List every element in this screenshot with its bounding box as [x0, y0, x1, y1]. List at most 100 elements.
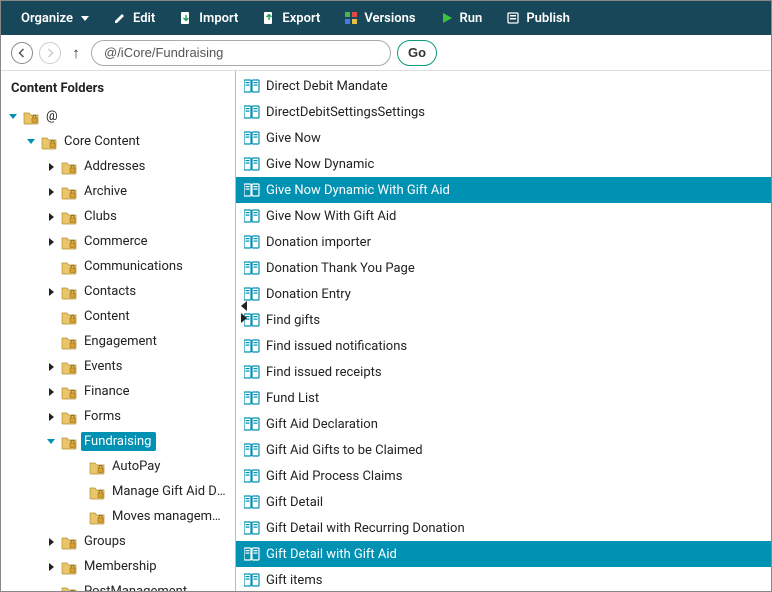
- folder-icon: [57, 534, 81, 550]
- folder-icon: [85, 484, 109, 500]
- page-icon: [244, 261, 260, 275]
- chevron-right-icon: [49, 288, 54, 296]
- chevron-right-icon: [49, 538, 54, 546]
- path-bar: ↑ Go: [1, 35, 771, 71]
- folder-icon: [57, 284, 81, 300]
- collapse-right-icon: [241, 313, 247, 323]
- export-button[interactable]: Export: [254, 7, 328, 30]
- chevron-right-icon: [49, 188, 54, 196]
- tree-item[interactable]: PostManagement: [1, 579, 235, 591]
- list-item[interactable]: Find issued notifications: [236, 333, 771, 359]
- list-item[interactable]: Gift Aid Declaration: [236, 411, 771, 437]
- folder-icon: [57, 159, 81, 175]
- chevron-down-icon: [9, 114, 17, 119]
- tree-root[interactable]: @: [1, 104, 235, 129]
- page-icon: [244, 521, 260, 535]
- list-item[interactable]: Give Now With Gift Aid: [236, 203, 771, 229]
- import-icon: [179, 11, 193, 25]
- list-item[interactable]: Gift Detail with Gift Aid: [236, 541, 771, 567]
- tree-item[interactable]: Communications: [1, 254, 235, 279]
- chevron-down-icon: [47, 439, 55, 444]
- list-item[interactable]: Gift Detail with Recurring Donation: [236, 515, 771, 541]
- toolbar: Organize Edit Import Export Versions Run…: [1, 1, 771, 35]
- tree-item[interactable]: Engagement: [1, 329, 235, 354]
- collapse-left-icon: [241, 301, 247, 311]
- sidebar-header: Content Folders: [1, 77, 235, 104]
- list-item[interactable]: Gift Aid Gifts to be Claimed: [236, 437, 771, 463]
- tree-item[interactable]: AutoPay: [1, 454, 235, 479]
- caret-down-icon: [81, 16, 89, 21]
- tree-item[interactable]: Contacts: [1, 279, 235, 304]
- forward-button[interactable]: [39, 42, 61, 64]
- run-button[interactable]: Run: [432, 7, 491, 30]
- page-icon: [244, 105, 260, 119]
- chevron-right-icon: [49, 413, 54, 421]
- folder-icon: [57, 359, 81, 375]
- page-icon: [244, 417, 260, 431]
- page-icon: [244, 79, 260, 93]
- splitter-handle[interactable]: [241, 301, 247, 323]
- import-button[interactable]: Import: [171, 7, 246, 30]
- list-item[interactable]: DirectDebitSettingsSettings: [236, 99, 771, 125]
- organize-menu[interactable]: Organize: [13, 7, 97, 30]
- chevron-right-icon: [49, 163, 54, 171]
- tree-item[interactable]: Commerce: [1, 229, 235, 254]
- list-item[interactable]: Find gifts: [236, 307, 771, 333]
- tree-item[interactable]: Membership: [1, 554, 235, 579]
- page-icon: [244, 469, 260, 483]
- page-icon: [244, 131, 260, 145]
- chevron-right-icon: [49, 363, 54, 371]
- tree-item[interactable]: Content: [1, 304, 235, 329]
- tree-item[interactable]: Forms: [1, 404, 235, 429]
- list-item[interactable]: Donation Entry: [236, 281, 771, 307]
- folder-icon: [85, 459, 109, 475]
- page-icon: [244, 209, 260, 223]
- tree-core[interactable]: Core Content: [1, 129, 235, 154]
- folder-icon: [57, 334, 81, 350]
- tree-item[interactable]: Finance: [1, 379, 235, 404]
- tree-item[interactable]: Fundraising: [1, 429, 235, 454]
- chevron-right-icon: [49, 563, 54, 571]
- page-icon: [244, 287, 260, 301]
- tree-item[interactable]: Manage Gift Aid Declarations: [1, 479, 235, 504]
- folder-icon: [19, 109, 43, 125]
- edit-button[interactable]: Edit: [105, 7, 163, 30]
- list-item[interactable]: Donation importer: [236, 229, 771, 255]
- go-button[interactable]: Go: [397, 40, 437, 66]
- folder-icon: [57, 184, 81, 200]
- chevron-right-icon: [49, 238, 54, 246]
- list-item[interactable]: Gift items: [236, 567, 771, 591]
- tree-item[interactable]: Archive: [1, 179, 235, 204]
- page-icon: [244, 573, 260, 587]
- publish-button[interactable]: Publish: [498, 7, 578, 30]
- folder-icon: [57, 259, 81, 275]
- list-item[interactable]: Donation Thank You Page: [236, 255, 771, 281]
- list-item[interactable]: Give Now Dynamic With Gift Aid: [236, 177, 771, 203]
- page-icon: [244, 339, 260, 353]
- list-item[interactable]: Gift Detail: [236, 489, 771, 515]
- tree-item[interactable]: Addresses: [1, 154, 235, 179]
- tree-item[interactable]: Moves management: [1, 504, 235, 529]
- list-item[interactable]: Give Now Dynamic: [236, 151, 771, 177]
- up-button[interactable]: ↑: [67, 44, 85, 62]
- tree-item[interactable]: Events: [1, 354, 235, 379]
- list-item[interactable]: Gift Aid Process Claims: [236, 463, 771, 489]
- tree-item[interactable]: Clubs: [1, 204, 235, 229]
- list-item[interactable]: Give Now: [236, 125, 771, 151]
- export-icon: [262, 11, 276, 25]
- folder-icon: [85, 509, 109, 525]
- list-item[interactable]: Fund List: [236, 385, 771, 411]
- versions-button[interactable]: Versions: [336, 7, 423, 30]
- list-item[interactable]: Direct Debit Mandate: [236, 73, 771, 99]
- folder-icon: [57, 434, 81, 450]
- list-item[interactable]: Find issued receipts: [236, 359, 771, 385]
- tree-item[interactable]: Groups: [1, 529, 235, 554]
- page-icon: [244, 391, 260, 405]
- back-button[interactable]: [11, 42, 33, 64]
- content-list: Direct Debit MandateDirectDebitSettingsS…: [236, 71, 771, 591]
- path-input[interactable]: [91, 40, 391, 66]
- page-icon: [244, 183, 260, 197]
- page-icon: [244, 235, 260, 249]
- folder-icon: [57, 309, 81, 325]
- folder-icon: [57, 384, 81, 400]
